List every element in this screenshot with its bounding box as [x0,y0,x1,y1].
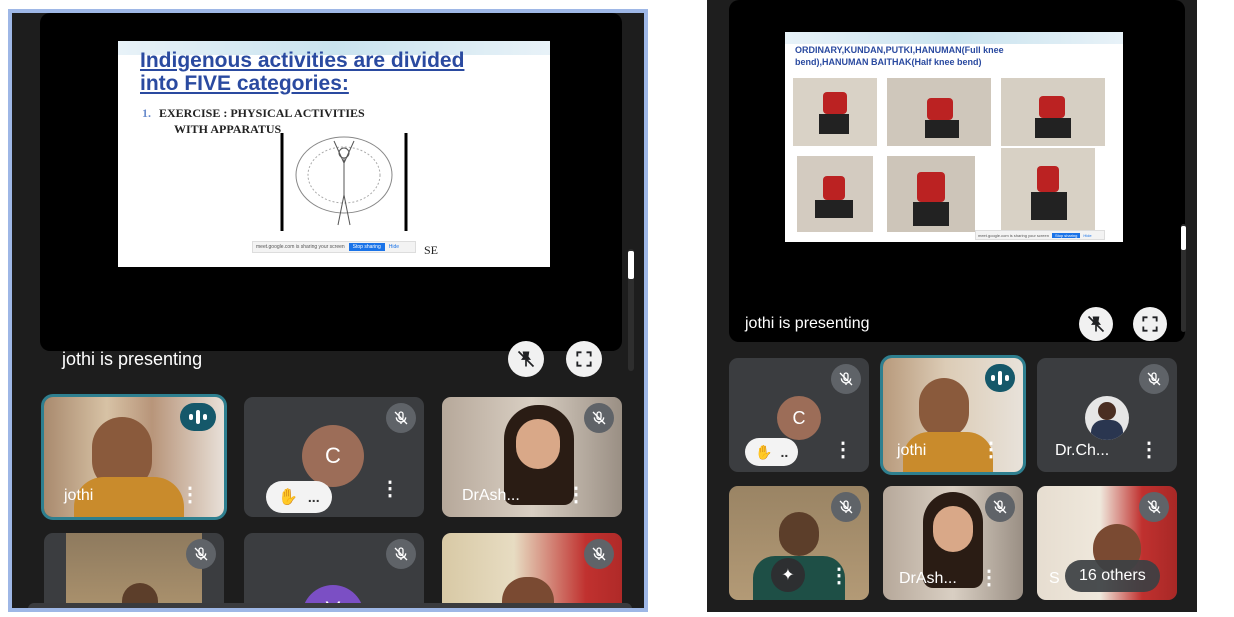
more-vert-icon[interactable]: ⋮ [180,485,200,505]
exercise-photo [793,78,877,146]
mic-off-icon [394,547,408,561]
participant-tile-drch[interactable]: Dr.Ch... ⋮ [1037,358,1177,472]
hide-link[interactable]: Hide [1083,233,1091,238]
slide-cut-text: SE [424,243,439,257]
slide-title: Indigenous activities are divided into F… [140,49,465,95]
fullscreen-button[interactable] [566,341,602,377]
avatar [1085,396,1129,440]
unpin-icon [517,350,535,368]
mic-off-indicator [386,403,416,433]
mic-off-indicator [386,539,416,569]
more-vert-icon[interactable]: ⋮ [833,440,853,460]
shared-slide: Indigenous activities are divided into F… [118,41,550,267]
participant-tile-v[interactable]: V [244,533,424,608]
speaking-icon [991,371,1009,385]
presentation-stage: Indigenous activities are divided into F… [40,13,622,351]
unpin-button[interactable] [1079,307,1113,341]
more-vert-icon[interactable]: ⋮ [380,479,400,499]
mic-off-indicator [831,492,861,522]
stop-sharing-button[interactable]: Stop sharing [1051,232,1081,238]
presenting-label: jothi is presenting [745,315,870,332]
participant-name: S [1049,570,1060,587]
right-meeting-window: ORDINARY,KUNDAN,PUTKI,HANUMAN(Full knee … [707,0,1197,612]
participant-name: DrAsh... [462,487,520,504]
participant-tile-drash[interactable]: DrAsh... ⋮ [442,397,622,517]
more-vert-icon[interactable]: ⋮ [1139,440,1159,460]
participant-tile-jothi[interactable]: jothi ⋮ [880,355,1026,475]
mic-off-indicator [584,403,614,433]
raised-hand-badge: ✋ ... [266,481,332,513]
mic-off-icon [993,500,1007,514]
mic-off-icon [194,547,208,561]
exercise-photo [1001,148,1095,230]
hide-link[interactable]: Hide [389,244,399,250]
effects-button[interactable]: ✦ [771,558,805,592]
participant-name: jothi [897,442,927,459]
mic-off-indicator [1139,492,1169,522]
raise-hand-icon: ✋ [278,489,298,506]
fullscreen-icon [1142,316,1158,332]
mic-off-icon [592,547,606,561]
more-vert-icon[interactable]: ⋮ [981,440,1001,460]
mic-off-icon [394,411,408,425]
more-vert-icon[interactable]: ⋮ [979,568,999,588]
scrollbar[interactable] [628,249,634,371]
participant-name: jothi [64,487,94,504]
raised-hand-badge: ✋ .. [745,438,799,466]
participant-name: DrAsh... [899,570,957,587]
participant-tile-c[interactable]: C ✋ ... ⋮ [244,397,424,517]
mic-off-icon [1147,372,1161,386]
scrollbar[interactable] [1181,224,1186,332]
mic-off-icon [1147,500,1161,514]
mic-off-indicator [186,539,216,569]
speaking-indicator [985,364,1015,392]
participant-tile-4[interactable] [44,533,224,608]
bottom-toolbar-edge [28,603,632,608]
presenting-bar: jothi is presenting [745,304,1167,344]
exercise-photo [1001,78,1105,146]
exercise-photo [887,156,975,232]
apparatus-illustration [280,133,408,231]
slide-caption: ORDINARY,KUNDAN,PUTKI,HANUMAN(Full knee … [795,45,1004,67]
others-count-badge[interactable]: 16 others [1065,560,1160,592]
mic-off-icon [839,372,853,386]
share-notice-bar: meet.google.com is sharing your screen S… [252,241,416,253]
mic-off-indicator [584,539,614,569]
fullscreen-button[interactable] [1133,307,1167,341]
presenting-bar: jothi is presenting [62,339,602,379]
participant-tile-4[interactable]: ✦ ⋮ [729,486,869,600]
mic-off-icon [592,411,606,425]
share-notice-bar: meet.google.com is sharing your screen S… [975,230,1105,240]
left-meeting-window: Indigenous activities are divided into F… [8,9,648,612]
participant-name: Dr.Ch... [1055,442,1110,459]
exercise-photo [797,156,873,232]
speaking-indicator [180,403,216,431]
avatar: C [302,425,364,487]
unpin-button[interactable] [508,341,544,377]
more-vert-icon[interactable]: ⋮ [566,485,586,505]
mic-off-indicator [985,492,1015,522]
presentation-stage: ORDINARY,KUNDAN,PUTKI,HANUMAN(Full knee … [729,0,1185,342]
exercise-photo [887,78,991,146]
fullscreen-icon [576,351,592,367]
participant-tile-drash[interactable]: DrAsh... ⋮ [883,486,1023,600]
mic-off-indicator [831,364,861,394]
raise-hand-icon: ✋ [755,443,773,460]
effects-icon: ✦ [781,567,795,584]
speaking-icon [189,410,207,424]
scrollbar-thumb[interactable] [1181,226,1186,250]
participant-tile-6[interactable] [442,533,622,608]
avatar: C [777,396,821,440]
mic-off-icon [839,500,853,514]
mic-off-indicator [1139,364,1169,394]
more-vert-icon[interactable]: ⋮ [829,566,849,586]
participant-tile-c[interactable]: C ✋ .. ⋮ [729,358,869,472]
participant-tile-jothi[interactable]: jothi ⋮ [41,394,227,520]
presenting-label: jothi is presenting [62,348,203,369]
shared-slide: ORDINARY,KUNDAN,PUTKI,HANUMAN(Full knee … [785,32,1123,242]
participant-tile-s[interactable]: S 16 others [1037,486,1177,600]
stop-sharing-button[interactable]: Stop sharing [348,243,385,251]
unpin-icon [1087,315,1105,333]
scrollbar-thumb[interactable] [628,251,634,279]
